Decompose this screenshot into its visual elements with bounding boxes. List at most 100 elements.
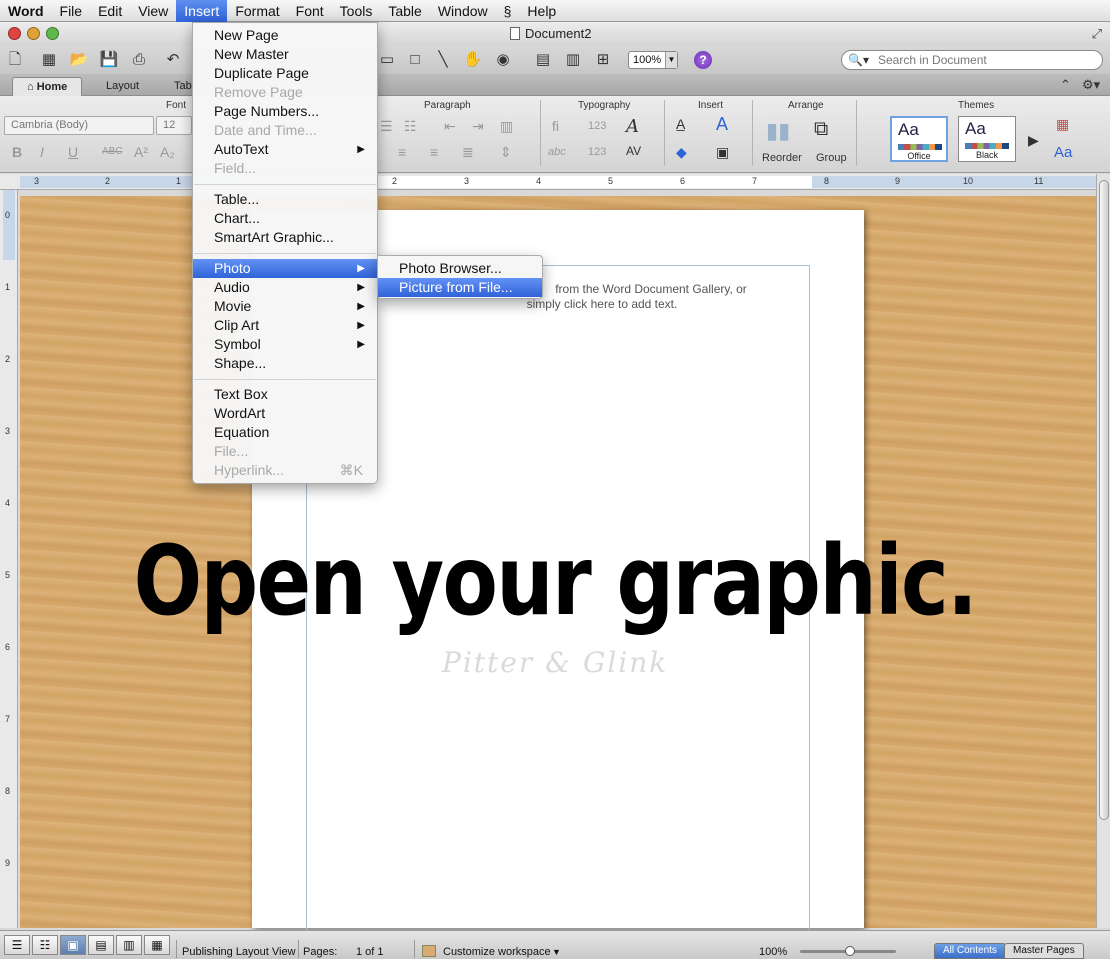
sidebar-toggle-icon[interactable]: ▤	[532, 49, 554, 71]
zoom-select[interactable]: 100% ▼	[628, 51, 678, 69]
more-themes-arrow-icon[interactable]: ▶	[1028, 132, 1039, 149]
customize-workspace-button[interactable]: Customize workspace	[443, 945, 551, 959]
menu-window[interactable]: Window	[430, 0, 496, 22]
menu-item-photo-browser[interactable]: Photo Browser...	[378, 259, 542, 278]
menu-item-picture-from-file[interactable]: Picture from File...	[378, 278, 542, 297]
increase-indent-icon[interactable]: ⇥	[472, 118, 484, 135]
menu-item-smartart-graphic[interactable]: SmartArt Graphic...	[193, 228, 377, 247]
theme-colors-icon[interactable]: ▦	[1056, 116, 1069, 133]
search-field[interactable]: 🔍▾ Search in Document	[841, 50, 1103, 70]
menu-item-chart[interactable]: Chart...	[193, 209, 377, 228]
eye-tool-icon[interactable]: ◉	[492, 49, 514, 71]
group-icon[interactable]: ⧉	[814, 118, 828, 141]
line-tool-icon[interactable]: ╲	[432, 49, 454, 71]
underline-icon[interactable]: U	[68, 144, 78, 160]
menu-tools[interactable]: Tools	[332, 0, 381, 22]
zoom-window-button[interactable]	[46, 27, 59, 40]
search-icon[interactable]: 🔍▾	[848, 51, 869, 69]
menu-app-word[interactable]: Word	[0, 0, 52, 22]
menu-item-new-page[interactable]: New Page	[193, 26, 377, 45]
picture-insert-icon[interactable]: ▣	[716, 144, 729, 161]
menu-item-clip-art[interactable]: Clip Art ▶	[193, 316, 377, 335]
draft-view-icon[interactable]: ☰	[4, 935, 30, 955]
fullscreen-icon[interactable]: ⤢	[1092, 26, 1102, 42]
media-browser-icon[interactable]: ⊞	[592, 49, 614, 71]
italic-icon[interactable]: I	[40, 144, 44, 160]
menu-table[interactable]: Table	[380, 0, 429, 22]
columns-icon[interactable]: ▥	[500, 118, 513, 135]
reorder-icon[interactable]: ▮▮	[766, 118, 790, 144]
line-spacing-icon[interactable]: ⇕	[500, 144, 512, 161]
vertical-scrollbar[interactable]	[1096, 174, 1110, 928]
print-icon[interactable]: ⎙	[128, 49, 150, 71]
font-name-field[interactable]: Cambria (Body)	[4, 116, 154, 135]
ribbon-settings-icon[interactable]: ⚙▾	[1082, 77, 1100, 93]
focus-view-icon[interactable]: ▦	[144, 935, 170, 955]
number-spacing-icon[interactable]: 123	[588, 146, 606, 158]
menu-item-movie[interactable]: Movie ▶	[193, 297, 377, 316]
menu-font[interactable]: Font	[288, 0, 332, 22]
close-window-button[interactable]	[8, 27, 21, 40]
tab-home[interactable]: ⌂ Home	[12, 77, 83, 96]
help-button[interactable]: ?	[694, 51, 712, 69]
numbering-icon[interactable]: ☷	[404, 118, 417, 135]
script-menu-icon[interactable]: §	[496, 0, 520, 22]
shape-insert-icon[interactable]: ◆	[676, 144, 687, 161]
menu-format[interactable]: Format	[227, 0, 287, 22]
strikethrough-icon[interactable]: ABC	[102, 146, 123, 157]
outline-view-icon[interactable]: ☷	[32, 935, 58, 955]
menu-item-symbol[interactable]: Symbol ▶	[193, 335, 377, 354]
textbox-tool-icon[interactable]: ▭	[376, 49, 398, 71]
menu-item-text-box[interactable]: Text Box	[193, 385, 377, 404]
stylistic-sets-icon[interactable]: A	[626, 116, 639, 137]
menu-item-wordart[interactable]: WordArt	[193, 404, 377, 423]
horizontal-ruler[interactable]: 3 2 1 2 3 4 5 6 7 8 9 10 11	[0, 174, 1096, 190]
theme-fonts-button[interactable]: Aa	[1054, 144, 1072, 161]
menu-edit[interactable]: Edit	[90, 0, 130, 22]
theme-black[interactable]: Aa Black	[958, 116, 1016, 162]
decrease-indent-icon[interactable]: ⇤	[444, 118, 456, 135]
number-forms-icon[interactable]: 123	[588, 120, 606, 132]
save-icon[interactable]: 💾	[98, 49, 120, 71]
undo-icon[interactable]: ↶	[162, 49, 184, 71]
small-caps-icon[interactable]: abc	[548, 146, 566, 158]
bold-icon[interactable]: B	[12, 144, 22, 160]
notebook-view-icon[interactable]: ▥	[116, 935, 142, 955]
gallery-icon[interactable]: ▦	[38, 49, 60, 71]
justify-icon[interactable]: ≣	[462, 144, 474, 161]
shape-tool-icon[interactable]: □	[404, 49, 426, 71]
zoom-slider[interactable]	[800, 946, 896, 956]
collapse-ribbon-icon[interactable]: ⌃	[1060, 77, 1071, 93]
menu-item-page-numbers[interactable]: Page Numbers...	[193, 102, 377, 121]
text-box-insert-icon[interactable]: A̲	[676, 116, 685, 132]
font-size-field[interactable]: 12	[156, 116, 192, 135]
menu-item-new-master[interactable]: New Master	[193, 45, 377, 64]
menu-item-equation[interactable]: Equation	[193, 423, 377, 442]
tab-layout[interactable]: Layout	[92, 77, 153, 96]
tab-master-pages[interactable]: Master Pages	[1004, 943, 1084, 959]
new-document-icon[interactable]: 🗋	[4, 49, 26, 71]
zoom-slider-knob[interactable]	[845, 946, 855, 956]
vertical-ruler[interactable]: 0 1 2 3 4 5 6 7 8 9	[0, 190, 18, 928]
superscript-icon[interactable]: A²	[134, 144, 148, 160]
menu-item-duplicate-page[interactable]: Duplicate Page	[193, 64, 377, 83]
print-view-icon[interactable]: ▤	[88, 935, 114, 955]
menu-item-photo[interactable]: Photo ▶	[193, 259, 377, 278]
toolbox-icon[interactable]: ▥	[562, 49, 584, 71]
menu-item-autotext[interactable]: AutoText ▶	[193, 140, 377, 159]
tab-all-contents[interactable]: All Contents	[934, 943, 1006, 959]
subscript-icon[interactable]: A₂	[160, 144, 175, 160]
workspace-swatch[interactable]	[422, 945, 436, 957]
align-center-icon[interactable]: ≡	[398, 144, 406, 160]
menu-item-shape[interactable]: Shape...	[193, 354, 377, 373]
character-spacing-icon[interactable]: AV	[626, 144, 641, 158]
bullets-icon[interactable]: ☰	[380, 118, 393, 135]
publishing-view-icon[interactable]: ▣	[60, 935, 86, 955]
menu-file[interactable]: File	[52, 0, 91, 22]
hand-tool-icon[interactable]: ✋	[462, 49, 484, 71]
reorder-button[interactable]: Reorder	[762, 152, 802, 164]
menu-item-audio[interactable]: Audio ▶	[193, 278, 377, 297]
minimize-window-button[interactable]	[27, 27, 40, 40]
align-right-icon[interactable]: ≡	[430, 144, 438, 160]
scrollbar-thumb[interactable]	[1099, 180, 1109, 820]
